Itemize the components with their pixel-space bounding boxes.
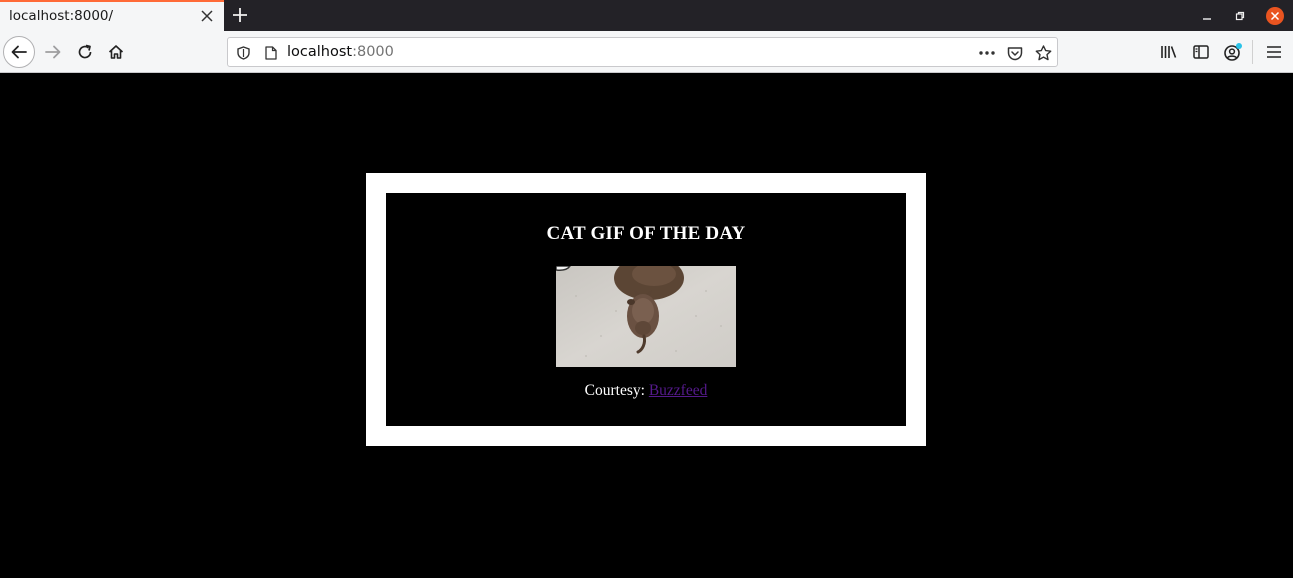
pocket-icon[interactable] — [1004, 42, 1026, 64]
page-viewport: CAT GIF OF THE DAY Courtesy: Buzzfeed — [0, 73, 1293, 578]
tab-active[interactable]: localhost:8000/ — [0, 0, 224, 31]
buzzfeed-link[interactable]: Buzzfeed — [649, 382, 708, 399]
cat-card: CAT GIF OF THE DAY Courtesy: Buzzfeed — [386, 193, 906, 426]
forward-arrow-icon[interactable] — [37, 36, 69, 68]
shield-icon[interactable] — [232, 42, 254, 64]
url-port: :8000 — [352, 44, 394, 60]
page-icon[interactable] — [260, 42, 282, 64]
more-icon[interactable] — [976, 42, 998, 64]
tab-title: localhost:8000/ — [9, 8, 114, 24]
new-tab-plus-icon[interactable] — [228, 3, 252, 27]
white-frame: CAT GIF OF THE DAY Courtesy: Buzzfeed — [366, 173, 926, 446]
window-close-icon[interactable] — [1265, 6, 1285, 26]
menu-icon[interactable] — [1258, 36, 1290, 68]
home-icon[interactable] — [100, 36, 132, 68]
minimize-icon[interactable] — [1197, 6, 1217, 26]
back-arrow-icon[interactable] — [3, 36, 35, 68]
toolbar-separator — [1252, 40, 1253, 64]
navigation-toolbar: localhost:8000 — [0, 31, 1293, 73]
reload-icon[interactable] — [69, 36, 101, 68]
restore-icon[interactable] — [1230, 6, 1250, 26]
credit-prefix: Courtesy: — [584, 382, 649, 399]
star-icon[interactable] — [1032, 42, 1054, 64]
sidebar-icon[interactable] — [1185, 36, 1217, 68]
tab-close-icon[interactable] — [197, 6, 217, 26]
url-bar[interactable]: localhost:8000 — [227, 37, 1058, 67]
page-heading: CAT GIF OF THE DAY — [546, 223, 746, 244]
account-icon[interactable] — [1217, 36, 1249, 68]
tab-strip: localhost:8000/ — [0, 0, 1293, 31]
cat-gif-image — [556, 266, 736, 367]
url-text[interactable]: localhost:8000 — [287, 44, 394, 60]
url-host: localhost — [287, 44, 353, 60]
credit-line: Courtesy: Buzzfeed — [386, 382, 906, 400]
library-icon[interactable] — [1153, 36, 1185, 68]
